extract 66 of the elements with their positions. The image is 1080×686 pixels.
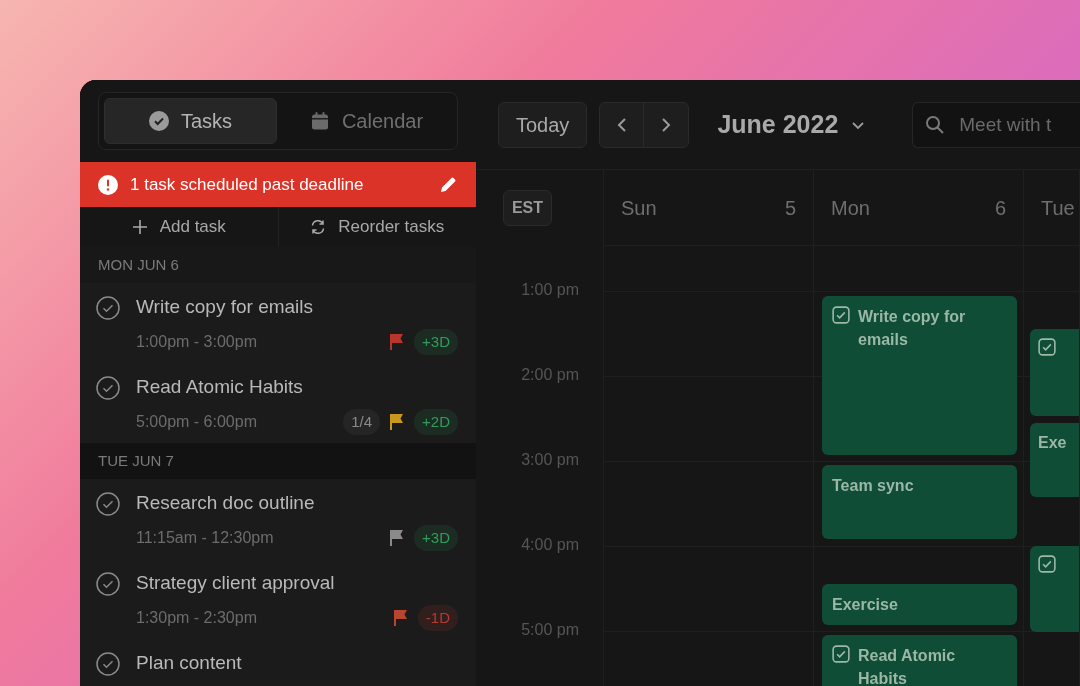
offset-badge: +2D: [414, 408, 458, 436]
task-item[interactable]: Strategy client approval 1:30pm - 2:30pm -1D: [80, 559, 476, 639]
task-title: Write copy for emails: [136, 295, 315, 319]
offset-badge: +3D: [414, 524, 458, 552]
task-time: 5:00pm - 6:00pm: [136, 412, 258, 432]
subtask-count: 1/4: [343, 408, 381, 436]
calendar-event[interactable]: Team sync: [822, 465, 1017, 539]
date-heading: TUE JUN 7: [80, 443, 476, 479]
hour-label: 4:00 pm: [521, 537, 579, 553]
event-title: Exe: [1038, 433, 1067, 453]
day-name: Tue: [1041, 195, 1075, 221]
check-circle-icon[interactable]: [96, 296, 120, 320]
task-item[interactable]: Read Atomic Habits 5:00pm - 6:00pm 1/4 +2D: [80, 363, 476, 443]
task-event[interactable]: [1030, 329, 1079, 416]
calendar-icon: [309, 111, 330, 131]
search-field[interactable]: Meet with t: [912, 101, 1080, 148]
check-circle-icon[interactable]: [96, 652, 120, 676]
hour-label: 2:00 pm: [521, 367, 579, 383]
refresh-icon: [310, 219, 327, 235]
action-button[interactable]: Add task: [80, 207, 278, 247]
hour-label: 1:00 pm: [521, 282, 579, 298]
calendar-event[interactable]: Exercise: [822, 584, 1017, 625]
checkbox-icon: [832, 645, 850, 663]
timezone-label: EST: [502, 189, 553, 226]
pencil-icon[interactable]: [438, 174, 458, 195]
event-title: Read Atomic Habits: [858, 646, 957, 686]
alert-icon: [98, 174, 118, 195]
plus-icon: [131, 219, 148, 235]
task-title: Research doc outline: [136, 491, 316, 515]
task-event[interactable]: Write copy for emails: [822, 296, 1017, 455]
checkbox-icon: [1038, 555, 1056, 573]
event-title: Team sync: [832, 476, 914, 496]
day-name: Mon: [831, 195, 870, 221]
day-date: 5: [784, 195, 796, 221]
month-picker[interactable]: June 2022: [717, 105, 867, 144]
check-circle-icon: [148, 111, 169, 131]
task-item[interactable]: Research doc outline 11:15am - 12:30pm +3D: [80, 479, 476, 559]
offset-badge: -1D: [417, 604, 458, 632]
alert-text: 1 task scheduled past deadline: [130, 173, 365, 196]
search-icon: [925, 114, 946, 135]
day-name: Sun: [621, 195, 657, 221]
task-time: 1:30pm - 2:30pm: [136, 608, 258, 628]
task-item[interactable]: Write copy for emails 1:00pm - 3:00pm +3D: [80, 283, 476, 363]
task-item[interactable]: Plan content: [80, 639, 476, 684]
today-button[interactable]: Today: [498, 101, 588, 148]
check-circle-icon[interactable]: [96, 572, 120, 596]
event-title: Write copy for emails: [858, 307, 967, 350]
task-time: 11:15am - 12:30pm: [136, 528, 275, 548]
task-event[interactable]: Read Atomic Habits: [822, 635, 1017, 686]
task-title: Plan content: [136, 651, 243, 675]
hour-label: 5:00 pm: [521, 622, 579, 638]
task-title: Strategy client approval: [136, 571, 336, 595]
calendar-event[interactable]: Exe: [1030, 423, 1079, 497]
task-event[interactable]: [1030, 546, 1079, 632]
check-circle-icon[interactable]: [96, 376, 120, 400]
event-title: Exercise: [832, 595, 898, 615]
task-time: 1:00pm - 3:00pm: [136, 332, 258, 352]
checkbox-icon: [1038, 338, 1056, 356]
hour-label: 3:00 pm: [521, 452, 579, 468]
checkbox-icon: [832, 306, 850, 324]
day-date: 6: [994, 195, 1006, 221]
check-circle-icon[interactable]: [96, 492, 120, 516]
task-title: Read Atomic Habits: [136, 375, 304, 399]
view-tab[interactable]: Tasks: [104, 98, 277, 144]
offset-badge: +3D: [414, 328, 458, 356]
view-tab[interactable]: Calendar: [281, 98, 452, 144]
